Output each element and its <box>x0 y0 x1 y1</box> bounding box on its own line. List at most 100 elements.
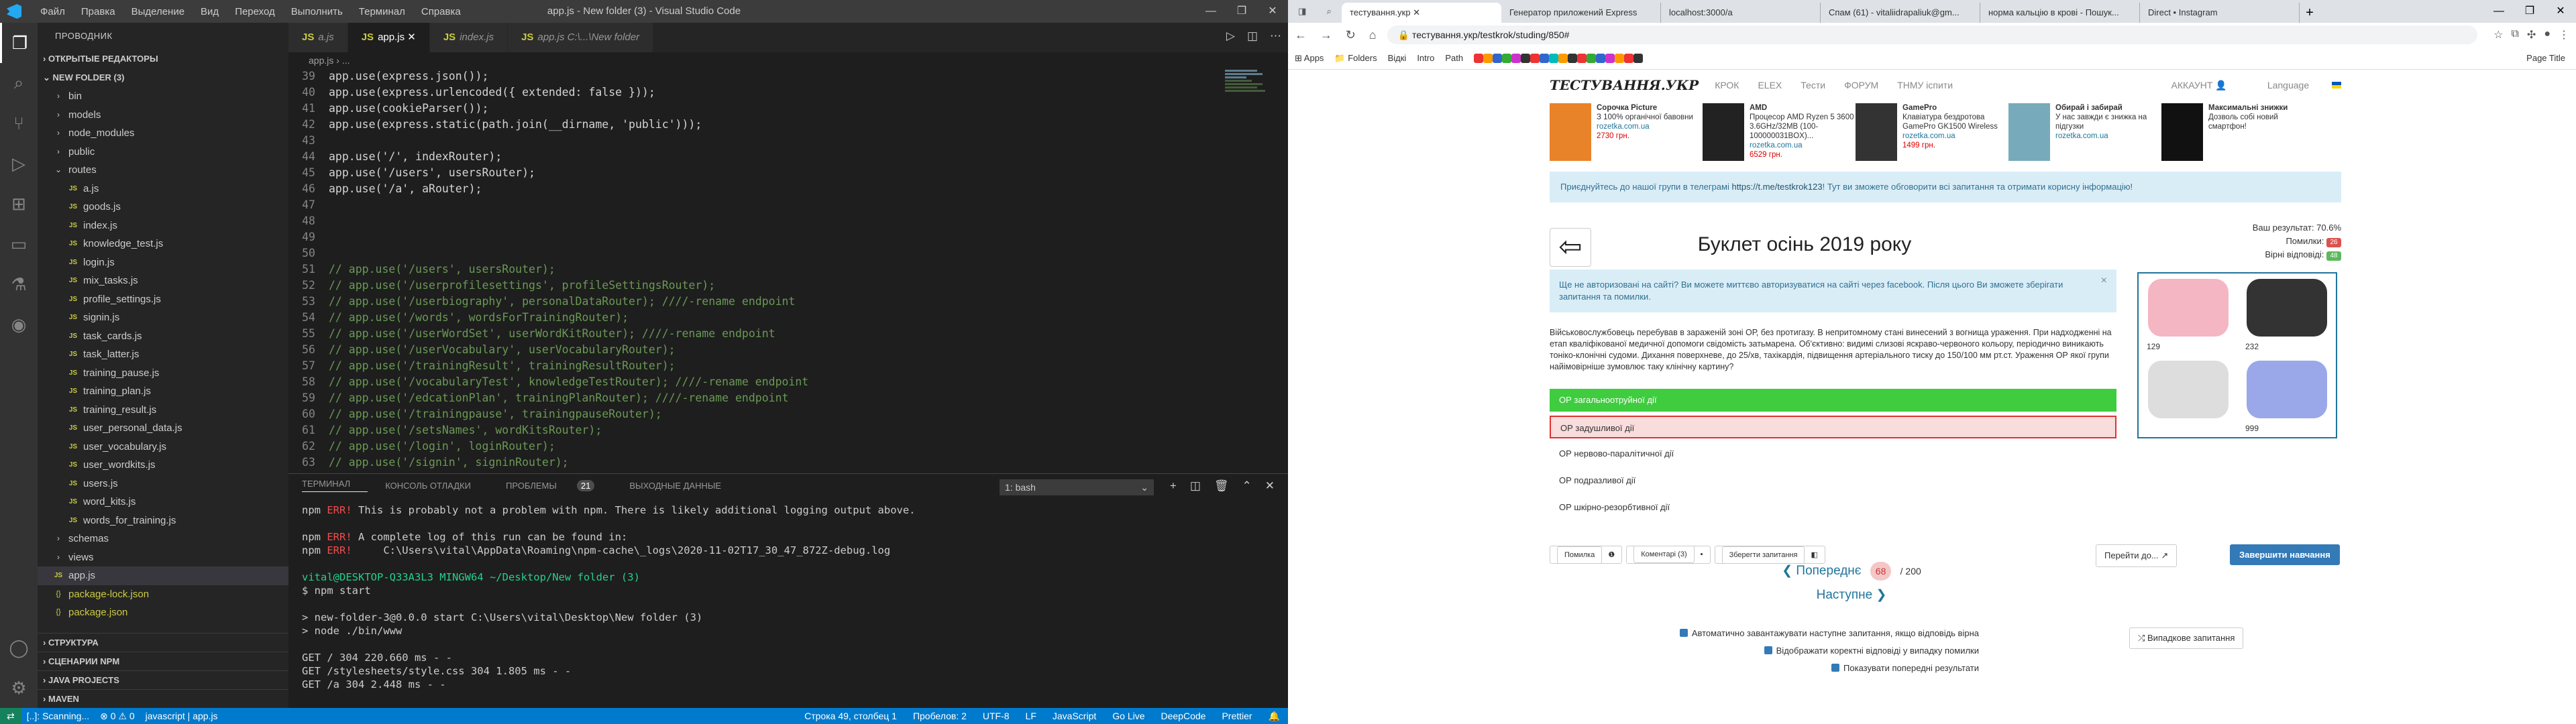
ad-item[interactable]: AMD Процесор AMD Ryzen 5 3600 3.6GHz/32MB… <box>1703 103 1856 168</box>
reload-icon[interactable]: ↻ <box>1346 28 1356 42</box>
tree-item[interactable]: JS app.js <box>38 566 288 585</box>
bookmark-intro[interactable]: Intro <box>1417 53 1434 63</box>
checkbox[interactable] <box>1679 629 1688 637</box>
status-item[interactable]: [..]: Scanning... <box>21 708 95 724</box>
nav-tnmu[interactable]: ТНМУ іспити <box>1897 80 1953 90</box>
answer-option[interactable]: ОР подразливої дії <box>1550 469 2116 492</box>
ad-item[interactable]: GamePro Клавіатура бездротова GamePro GK1… <box>1856 103 2008 168</box>
tree-item[interactable]: JS a.js <box>38 180 288 198</box>
comments-button[interactable]: Коментарі (3) ▪ <box>1626 546 1711 564</box>
status-item[interactable]: ⊗ 0 ⚠ 0 <box>95 708 140 724</box>
ad-item[interactable]: Максимальні знижки Дозволь собі новий сма… <box>2161 103 2314 168</box>
browser-minimize-icon[interactable]: — <box>2483 0 2514 23</box>
tree-item[interactable]: › node_modules <box>38 124 288 143</box>
more-icon[interactable]: ⋯ <box>1270 29 1281 43</box>
terminal-shell-select[interactable]: 1: bash ⌄ <box>1000 479 1154 495</box>
site-logo[interactable]: ТЕСТУВАННЯ.УКР <box>1550 77 1699 93</box>
apps-icon[interactable]: ⊞ Apps <box>1295 53 1324 64</box>
save-question-button[interactable]: Зберегти запитання ◧ <box>1714 546 1825 564</box>
sidebar-section[interactable]: › MAVEN <box>38 689 288 708</box>
testing-icon[interactable]: ⚗ <box>0 264 38 304</box>
tree-item[interactable]: ⌄ routes <box>38 161 288 180</box>
maximize-panel-icon[interactable]: ⌃ <box>1242 479 1252 493</box>
next-button[interactable]: Наступне ❯ <box>1550 586 2153 605</box>
tree-item[interactable]: JS login.js <box>38 253 288 272</box>
tree-item[interactable]: {} package-lock.json <box>38 585 288 604</box>
status-item[interactable]: javascript | app.js <box>140 708 223 724</box>
telegram-link[interactable]: https://t.me/testkrok123 <box>1731 182 1822 192</box>
status-item[interactable]: Go Live <box>1104 708 1152 724</box>
tree-item[interactable]: JS index.js <box>38 217 288 235</box>
tree-item[interactable]: JS user_wordkits.js <box>38 456 288 475</box>
tree-item[interactable]: JS training_result.js <box>38 401 288 420</box>
answer-option[interactable]: ОР нервово-паралітичної дії <box>1550 442 2116 465</box>
status-item[interactable]: Prettier <box>1214 708 1260 724</box>
back-icon[interactable]: ← <box>1295 28 1307 42</box>
docker-icon[interactable]: ◉ <box>0 304 38 345</box>
product-card[interactable]: 999 <box>2237 355 2336 437</box>
tree-item[interactable]: › public <box>38 143 288 162</box>
trash-icon[interactable]: 🗑 <box>1214 479 1229 493</box>
folder-section[interactable]: ⌄ NEW FOLDER (3) <box>38 68 288 87</box>
option-row[interactable]: Автоматично завантажувати наступне запит… <box>1550 625 1979 642</box>
status-item[interactable]: LF <box>1018 708 1044 724</box>
browser-close-icon[interactable]: ✕ <box>2545 0 2576 23</box>
tree-item[interactable]: › bin <box>38 87 288 106</box>
checkbox[interactable] <box>1764 646 1772 654</box>
option-row[interactable]: Відображати коректні відповіді у випадку… <box>1550 642 1979 660</box>
tab-close-icon[interactable]: ✕ <box>405 32 416 43</box>
tree-item[interactable]: JS words_for_training.js <box>38 511 288 530</box>
answer-option[interactable]: ОР загальноотруйної дії <box>1550 389 2116 412</box>
source-control-icon[interactable]: ⑂ <box>0 103 38 143</box>
editor-tab[interactable]: JS app.js C:\...\New folder <box>508 23 654 52</box>
status-item[interactable]: Строка 49, столбец 1 <box>796 708 905 724</box>
new-tab-icon[interactable]: + <box>2300 3 2320 23</box>
finish-button[interactable]: Завершити навчання <box>2230 544 2340 565</box>
search-tabs-icon[interactable]: ⌕ <box>1327 0 1332 23</box>
tree-item[interactable]: › models <box>38 106 288 125</box>
extension-icon[interactable]: ⧉ <box>2511 28 2518 42</box>
terminal-output[interactable]: npm ERR! This is probably not a problem … <box>288 497 1288 698</box>
tree-item[interactable]: {} package.json <box>38 603 288 622</box>
bookmark-vidki[interactable]: Відкі <box>1388 53 1407 63</box>
panel-tab[interactable]: ВЫХОДНЫЕ ДАННЫЕ <box>629 481 739 491</box>
run-icon[interactable]: ▷ <box>1226 29 1235 43</box>
tree-item[interactable]: › views <box>38 548 288 567</box>
panel-tab[interactable]: ПРОБЛЕМЫ 21 <box>506 479 612 491</box>
ad-item[interactable]: Сорочка Picture З 100% органічної бавовни… <box>1550 103 1703 168</box>
browser-tab[interactable]: Спам (61) - vitaliidrapaliuk@gm... <box>1821 3 1980 23</box>
forward-icon[interactable]: → <box>1320 28 1332 42</box>
nav-elex[interactable]: ELEX <box>1758 80 1782 90</box>
open-editors-section[interactable]: › ОТКРЫТЫЕ РЕДАКТОРЫ <box>38 50 288 68</box>
star-icon[interactable]: ☆ <box>2493 28 2503 42</box>
ad-item[interactable]: Обирай і забирай У нас завжди є знижка на… <box>2008 103 2161 168</box>
code-editor[interactable]: 39 app.use(express.json()); 40 app.use(expr… <box>288 68 1161 473</box>
tree-item[interactable]: JS signin.js <box>38 308 288 327</box>
tree-item[interactable]: JS users.js <box>38 475 288 493</box>
gear-icon[interactable]: ⚙ <box>0 668 38 708</box>
product-card[interactable]: 129 <box>2139 274 2237 355</box>
minimize-icon[interactable]: — <box>1195 0 1226 23</box>
remote-explorer-icon[interactable]: ▭ <box>0 224 38 264</box>
new-terminal-icon[interactable]: + <box>1170 479 1177 493</box>
sidebar-section[interactable]: › СТРУКТУРА <box>38 633 288 652</box>
browser-tab[interactable]: Direct • Instagram <box>2140 3 2300 23</box>
product-card[interactable] <box>2139 355 2237 437</box>
status-item[interactable]: Пробелов: 2 <box>905 708 975 724</box>
run-debug-icon[interactable]: ▷ <box>0 143 38 184</box>
bookmark-path[interactable]: Path <box>1445 53 1463 63</box>
bell-icon[interactable]: 🔔 <box>1260 708 1288 724</box>
close-alert-icon[interactable]: × <box>2101 275 2107 287</box>
breadcrumb[interactable]: app.js › ... <box>288 52 1288 68</box>
profile-icon[interactable]: ● <box>2544 28 2551 42</box>
editor-tab[interactable]: JS app.js ✕ <box>347 23 430 52</box>
editor-tab[interactable]: JS index.js <box>429 23 508 52</box>
random-question-button[interactable]: ⤮ Випадкове запитання <box>2129 627 2244 649</box>
tree-item[interactable]: JS knowledge_test.js <box>38 235 288 253</box>
bookmark-tab-icon[interactable]: ◨ <box>1298 0 1306 23</box>
status-item[interactable]: JavaScript <box>1044 708 1104 724</box>
checkbox[interactable] <box>1831 664 1840 672</box>
sidebar-section[interactable]: › СЦЕНАРИИ NPM <box>38 652 288 670</box>
tree-item[interactable]: › schemas <box>38 530 288 548</box>
bookmark-page-title[interactable]: Page Title <box>2526 53 2565 63</box>
